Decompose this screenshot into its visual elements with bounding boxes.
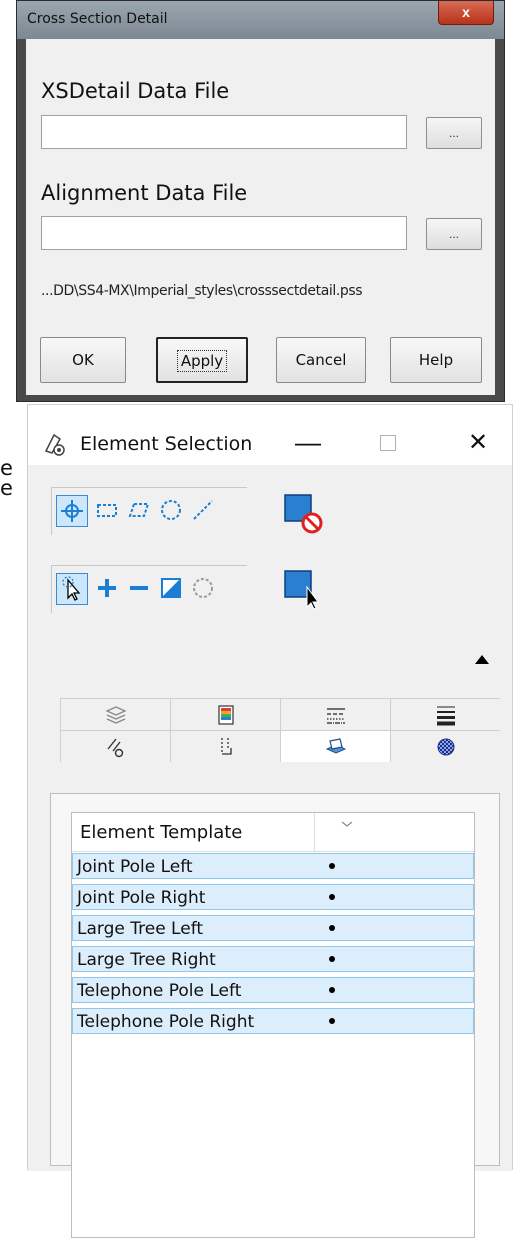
tab-levels[interactable] [60,698,170,730]
material-icon [437,738,455,756]
apply-button[interactable]: Apply [156,337,248,383]
close-button[interactable]: ✕ [458,427,498,459]
dialog-close-button[interactable]: x [438,1,494,25]
cross-section-detail-dialog: Cross Section Detail x XSDetail Data Fil… [16,0,505,402]
select-all-icon[interactable] [281,567,325,611]
element-template-panel: Element Template Joint Pole Left Joint P… [50,793,500,1238]
shape-icon[interactable] [124,495,156,527]
collapse-arrow-icon[interactable] [475,655,489,664]
clear-icon[interactable] [188,573,220,605]
invert-icon[interactable] [156,573,188,605]
list-item[interactable]: Joint Pole Left [72,853,474,879]
preference-file-path: ...DD\SS4-MX\Imperial_styles\crosssectde… [41,283,363,299]
column-divider [314,813,315,851]
list-item-label: Large Tree Left [77,919,204,939]
tab-material[interactable] [390,730,500,762]
clear-selection-icon[interactable] [281,491,325,535]
help-button[interactable]: Help [390,337,482,383]
tab-element-type[interactable] [60,730,170,762]
levels-icon [105,706,127,724]
element-selection-title: Element Selection [80,433,253,455]
xsdetail-data-file-input[interactable] [41,115,407,149]
tab-element-template[interactable] [280,730,390,762]
element-selection-window: Element Selection — ✕ Element Template J… [27,404,513,1238]
list-item[interactable]: Telephone Pole Right [72,1008,474,1034]
new-icon[interactable] [56,573,88,605]
selection-mode-toolbar [51,565,247,613]
minimize-button[interactable]: — [288,427,328,457]
dialog-title: Cross Section Detail [27,11,168,27]
column-header-element-template[interactable]: Element Template [80,822,242,843]
alignment-browse-button[interactable]: ... [426,218,482,250]
line-weight-icon [437,706,455,726]
tab-class[interactable] [170,730,280,762]
list-header: Element Template [72,813,474,852]
list-item-label: Large Tree Right [77,950,216,970]
selected-dot-icon [329,956,335,962]
line-icon[interactable] [188,495,220,527]
tab-line-weight[interactable] [390,698,500,730]
list-item-label: Joint Pole Left [77,857,193,877]
block-icon[interactable] [92,495,124,527]
ok-button[interactable]: OK [40,337,126,383]
background-text-fragment: e [0,476,13,500]
list-item[interactable]: Telephone Pole Left [72,977,474,1003]
selected-dot-icon [329,1018,335,1024]
alignment-data-file-input[interactable] [41,216,407,250]
element-selection-body: Element Template Joint Pole Left Joint P… [28,465,512,1238]
list-item-label: Telephone Pole Left [77,981,242,1001]
color-icon [218,705,234,725]
xsdetail-data-file-label: XSDetail Data File [41,79,230,103]
alignment-data-file-label: Alignment Data File [41,181,248,205]
line-style-icon [327,708,345,724]
list-item[interactable]: Large Tree Right [72,946,474,972]
class-icon [221,738,232,755]
filter-tabs-row2 [60,730,500,762]
selected-dot-icon [329,925,335,931]
add-icon[interactable] [92,573,124,605]
circle-icon[interactable] [156,495,188,527]
chevron-down-icon[interactable] [340,816,354,834]
subtract-icon[interactable] [124,573,156,605]
element-template-list: Element Template Joint Pole Left Joint P… [71,812,475,1238]
filter-tabs-row1 [60,698,500,730]
list-item-label: Telephone Pole Right [77,1012,255,1032]
selected-dot-icon [329,987,335,993]
list-item-label: Joint Pole Right [77,888,206,908]
element-type-icon [107,738,124,758]
selected-dot-icon [329,863,335,869]
element-template-icon [325,738,347,754]
dialog-titlebar[interactable]: Cross Section Detail x [17,1,504,39]
apply-button-label: Apply [176,350,228,372]
cancel-button[interactable]: Cancel [276,337,366,383]
xsdetail-browse-button[interactable]: ... [426,117,482,149]
tab-color[interactable] [170,698,280,730]
list-item[interactable]: Large Tree Left [72,915,474,941]
individual-icon[interactable] [56,495,88,527]
list-item[interactable]: Joint Pole Right [72,884,474,910]
element-selection-app-icon [40,429,70,459]
tab-line-style[interactable] [280,698,390,730]
dialog-body: XSDetail Data File ... Alignment Data Fi… [26,39,495,395]
element-selection-titlebar[interactable]: Element Selection — ✕ [28,405,512,465]
maximize-button[interactable] [380,435,396,451]
selection-method-toolbar [51,487,247,535]
selected-dot-icon [329,894,335,900]
